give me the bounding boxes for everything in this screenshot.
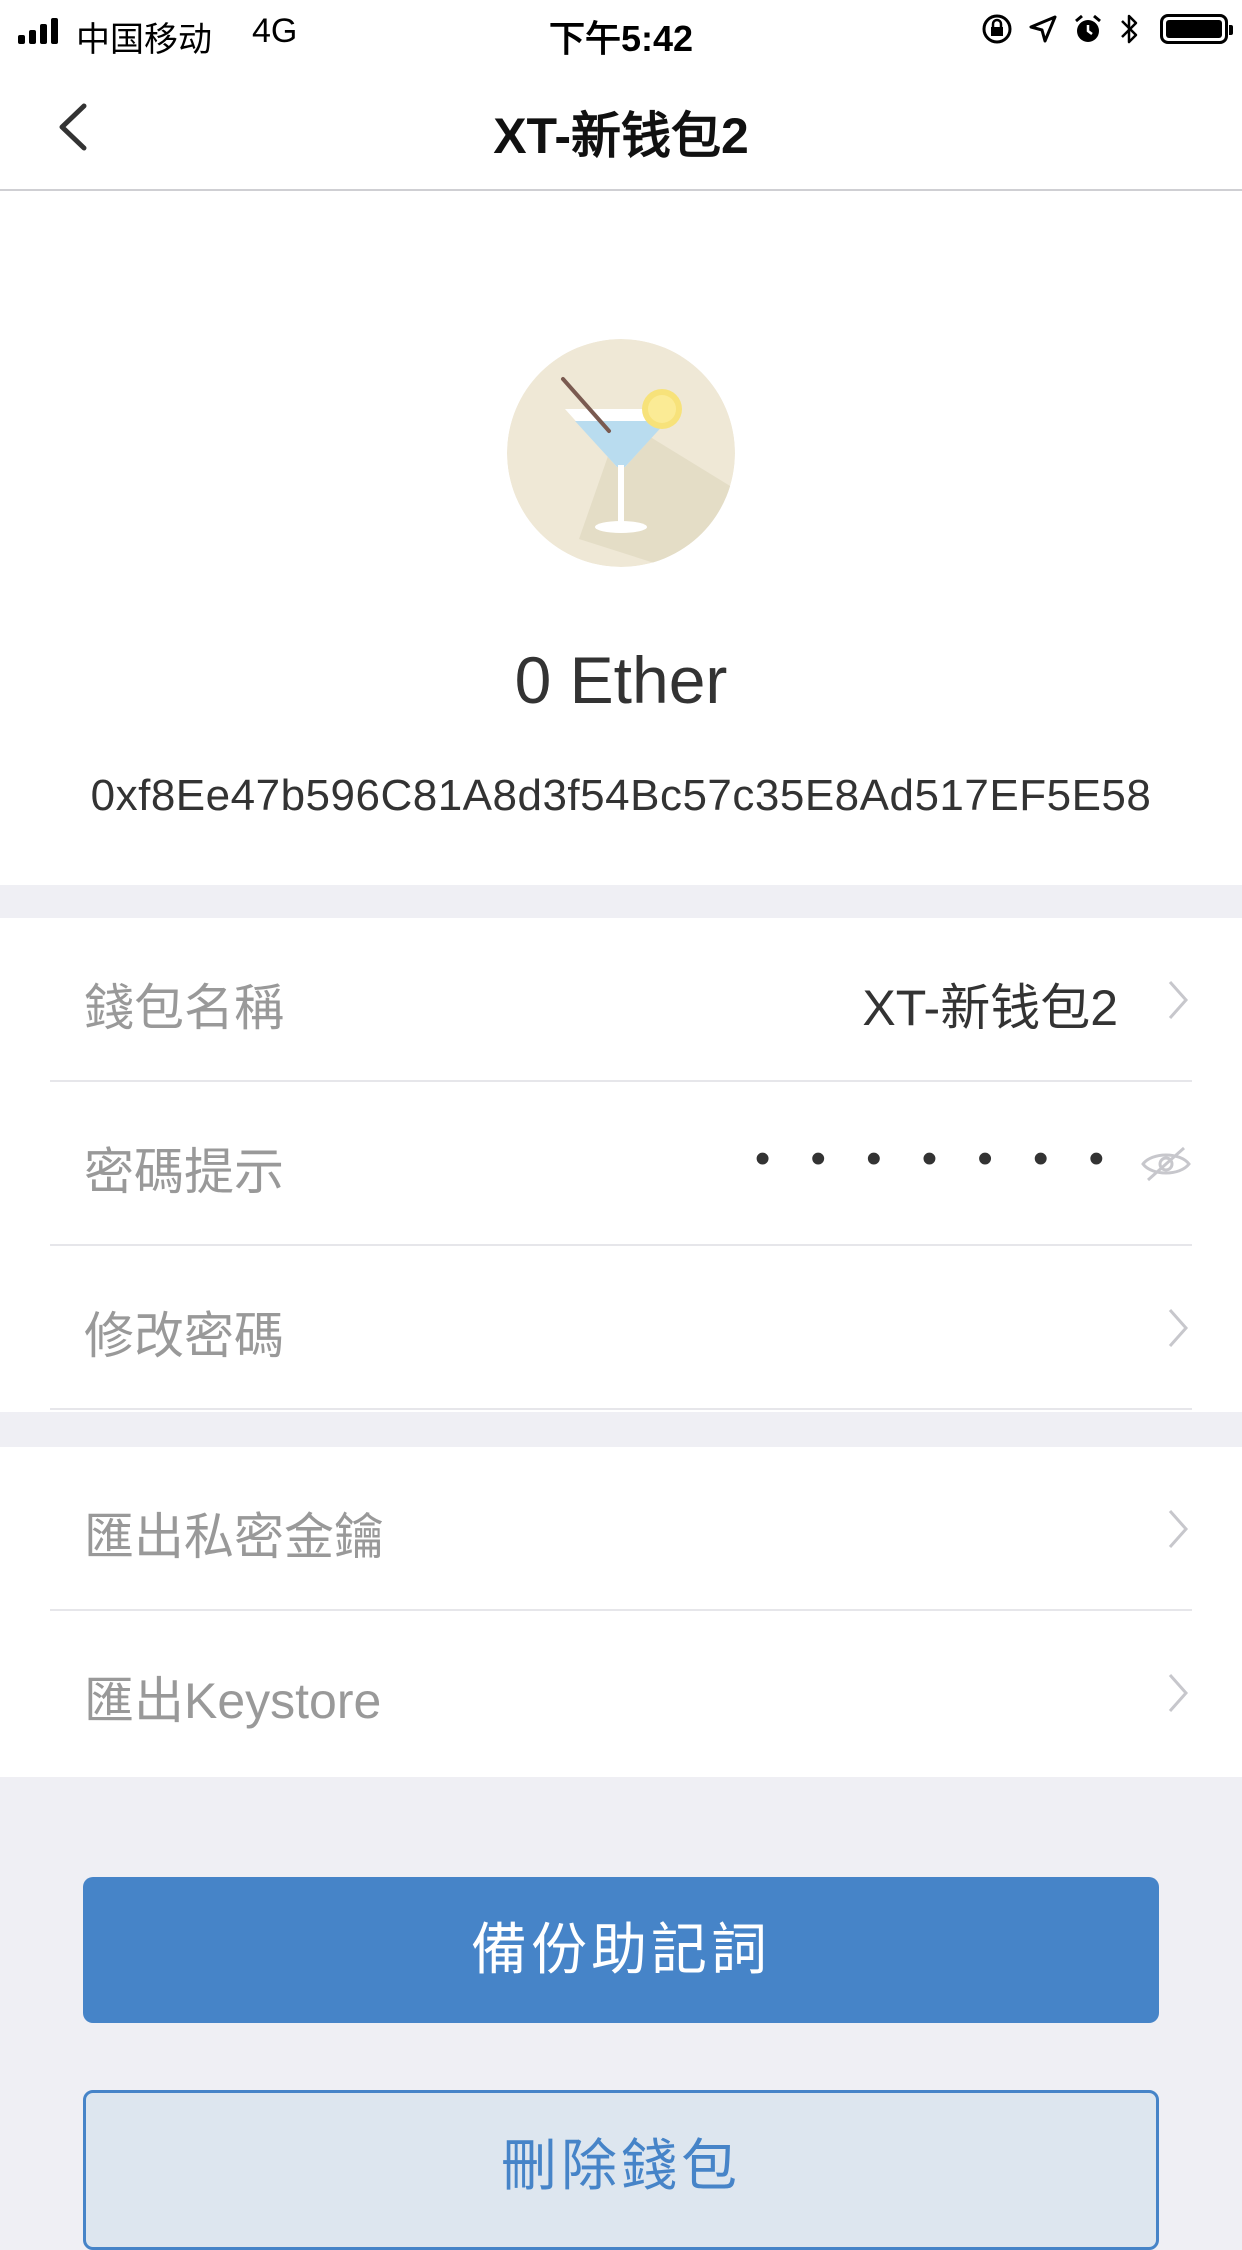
status-icons: [980, 12, 1233, 46]
chevron-right-icon: [1168, 981, 1189, 1019]
password-hint-label: 密碼提示: [84, 1144, 284, 1200]
wallet-balance: 0 Ether: [514, 643, 728, 717]
password-hint-masked: • • • • • • •: [754, 1134, 1118, 1183]
export-group: 匯出私密金鑰 匯出Keystore: [0, 1447, 1242, 1777]
wallet-header: 0 Ether 0xf8Ee47b596C81A8d3f54Bc57c35E8A…: [0, 191, 1242, 885]
bluetooth-icon: [1121, 14, 1138, 44]
wallet-name-value: XT-新钱包2: [862, 980, 1118, 1036]
location-icon: [1029, 15, 1057, 43]
wallet-avatar: [507, 339, 735, 567]
wallet-settings-group: 錢包名稱 XT-新钱包2 密碼提示 • • • • • • • 修改密碼: [0, 918, 1242, 1412]
alarm-icon: [1075, 14, 1101, 42]
chevron-right-icon: [1168, 1674, 1189, 1712]
change-password-label: 修改密碼: [84, 1308, 284, 1364]
status-bar: 中国移动 4G 下午5:42: [0, 0, 1242, 62]
change-password-row[interactable]: 修改密碼: [50, 1246, 1192, 1410]
wallet-name-row[interactable]: 錢包名稱 XT-新钱包2: [50, 918, 1192, 1082]
export-keystore-label: 匯出Keystore: [84, 1673, 382, 1729]
delete-wallet-button[interactable]: 刪除錢包: [83, 2090, 1159, 2250]
wallet-address[interactable]: 0xf8Ee47b596C81A8d3f54Bc57c35E8Ad517EF5E…: [0, 771, 1242, 821]
battery-icon: [1160, 14, 1233, 44]
chevron-right-icon: [1168, 1510, 1189, 1548]
eye-hidden-icon[interactable]: [1140, 1144, 1192, 1184]
cocktail-glass-icon: [507, 339, 735, 567]
export-private-key-row[interactable]: 匯出私密金鑰: [50, 1447, 1192, 1611]
orientation-lock-icon: [982, 14, 1012, 44]
backup-mnemonic-button[interactable]: 備份助記詞: [83, 1877, 1159, 2023]
export-private-key-label: 匯出私密金鑰: [84, 1509, 384, 1565]
wallet-name-label: 錢包名稱: [84, 980, 284, 1036]
chevron-right-icon: [1168, 1309, 1189, 1347]
page-title: XT-新钱包2: [493, 108, 749, 164]
navigation-bar: XT-新钱包2: [0, 62, 1242, 191]
export-keystore-row[interactable]: 匯出Keystore: [50, 1611, 1192, 1775]
password-hint-row[interactable]: 密碼提示 • • • • • • •: [50, 1082, 1192, 1246]
